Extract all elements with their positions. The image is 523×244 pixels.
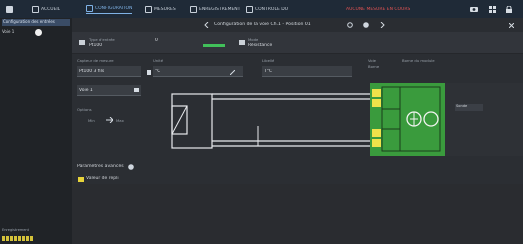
measurement-status: AUCUNE MESURE EN COURS [346,6,411,12]
top-menu-bar: ACCUEIL CONFIGURATION MESURES ENREGISTRE… [0,0,523,18]
mode-value[interactable]: Résistance [248,43,272,48]
left-panel-header: Configuration des entrées [2,19,70,26]
input-config-row: Type d'entrée Pt100 0 Mode Résistance [72,32,523,54]
camera-icon[interactable] [470,5,478,13]
options-label: Options [77,107,92,112]
input-type-value[interactable]: Pt100 [89,43,102,48]
settings-icon[interactable] [346,21,354,29]
tab-control[interactable]: CONTRÔLE DU [246,4,288,14]
sensor-select[interactable]: Pt100 3 fils [77,66,141,77]
swap-icon[interactable] [105,116,113,124]
block-icon [18,236,21,241]
block-icon [26,236,29,241]
config-icon [86,5,93,12]
advanced-section: Paramètres avancés Valeur de repli [72,156,523,184]
wiring-label: Borne [368,64,380,69]
tab-recording[interactable]: ENREGISTREMENT [190,4,240,14]
terminal-diagram [372,86,441,152]
control-icon [246,5,253,13]
unit-label: Unité [153,58,164,63]
right-label: Voie [368,58,377,63]
options-max[interactable]: Max [116,118,124,123]
wiring-value: Borne du module [402,58,435,63]
info-icon[interactable] [362,21,370,29]
chevron-left-icon[interactable] [202,21,210,29]
mode-label: Mode [248,37,259,42]
terminal-icon [372,89,381,97]
left-panel: Configuration des entrées Voie 1 Enregis… [0,18,72,244]
left-footer-label: Enregistrement [2,228,30,232]
label-field[interactable]: T°C [262,66,352,77]
label-field-value: T°C [264,69,273,74]
cable-dropdown-icon[interactable] [132,86,140,94]
signal-level-bar [203,44,225,47]
wiring-schematic [171,93,370,149]
chevron-right-icon[interactable] [378,21,386,29]
edit-icon[interactable] [228,68,236,76]
resistor-variable-line [171,105,188,135]
block-icon [22,236,25,241]
block-icon [2,236,5,241]
menu-icon[interactable] [5,5,13,13]
channel-label: Voie 1 [2,29,15,34]
sensor-select-value: Pt100 3 fils [79,69,105,74]
terminal-module [370,83,445,156]
input-type-label: Type d'entrée [89,37,115,42]
tab-measures[interactable]: MESURES [145,4,176,14]
bottom-panel [72,184,523,244]
home-icon [32,5,39,13]
label-field-label: Libellé [262,58,275,63]
close-icon[interactable] [507,21,515,29]
range-value[interactable]: 0 [155,38,158,43]
mode-icon [238,38,246,46]
help-icon[interactable] [127,163,135,171]
block-icon [14,236,17,241]
terminal-icon [372,129,381,137]
options-min[interactable]: Min [88,118,95,123]
block-icon [6,236,9,241]
probe-badge: Sonde [455,104,483,111]
channel-blocks [2,236,42,242]
grid-icon[interactable] [488,5,496,13]
sensor-label: Capteur de mesure [77,58,114,63]
block-icon [10,236,13,241]
record-icon [190,5,197,13]
advanced-title: Paramètres avancés [77,164,124,169]
tab-configuration[interactable]: CONFIGURATION [86,4,133,14]
tab-home[interactable]: ACCUEIL [32,4,60,14]
config-toolbar: Configuration de la voie Ch.1 - Position… [72,18,523,32]
toolbar-title: Configuration de la voie Ch.1 - Position… [214,22,311,27]
input-type-icon [78,38,86,46]
channel-indicator-icon [35,29,42,36]
measure-icon [145,5,152,13]
cable-field-value: Voie 1 [79,88,93,93]
lock-icon[interactable] [505,5,513,13]
unit-field-value: °C [155,69,161,74]
sensor-frame [171,93,213,149]
terminal-icon [372,139,381,147]
block-icon [30,236,33,241]
terminal-icon [372,99,381,107]
right-info-panel [445,83,523,156]
fallback-link[interactable]: Valeur de repli [86,176,119,181]
fallback-icon [77,175,85,183]
voltmeter-icon [423,111,439,127]
dropdown-icon[interactable] [145,68,153,76]
channel-item[interactable]: Voie 1 [2,28,70,36]
